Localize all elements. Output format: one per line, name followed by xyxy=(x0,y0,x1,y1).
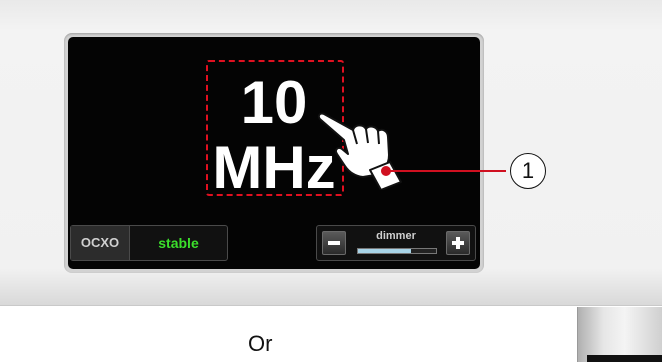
oscillator-state: stable xyxy=(158,235,199,251)
or-caption: Or xyxy=(248,331,273,356)
dimmer-level-fill xyxy=(358,249,412,253)
knob-base xyxy=(587,355,662,362)
hand-pointer-icon xyxy=(317,112,402,190)
oscillator-status: OCXO stable xyxy=(70,225,228,261)
dimmer-label: dimmer xyxy=(376,230,416,242)
callout-number: 1 xyxy=(510,153,546,189)
callout-leader-line xyxy=(388,170,506,172)
callout-anchor-dot xyxy=(381,166,391,176)
dimmer-level-bar[interactable] xyxy=(357,248,437,254)
rotary-knob[interactable] xyxy=(577,307,662,362)
minus-icon xyxy=(328,241,340,245)
dimmer-decrease-button[interactable] xyxy=(322,231,346,255)
oscillator-label: OCXO xyxy=(71,226,130,260)
dimmer-control: dimmer xyxy=(316,225,476,261)
dimmer-increase-button[interactable] xyxy=(446,231,470,255)
